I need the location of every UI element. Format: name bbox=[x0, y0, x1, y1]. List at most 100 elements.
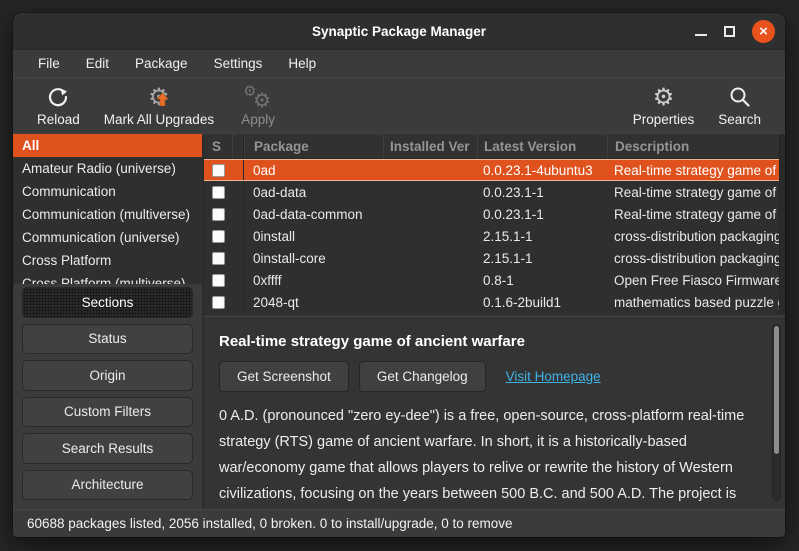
category-list[interactable]: All Amateur Radio (universe) Communicati… bbox=[13, 134, 202, 284]
row-checkbox-cell[interactable] bbox=[204, 186, 232, 199]
table-scrollbar[interactable] bbox=[779, 134, 785, 314]
window-controls: × bbox=[695, 13, 775, 49]
custom-filters-button[interactable]: Custom Filters bbox=[22, 397, 193, 428]
table-row[interactable]: 0ad-data 0.0.23.1-1 Real-time strategy g… bbox=[204, 181, 785, 203]
table-header-row: S Package Installed Ver Latest Version D… bbox=[204, 134, 785, 159]
menu-settings[interactable]: Settings bbox=[201, 50, 276, 77]
package-name: 0ad-data-common bbox=[244, 207, 383, 222]
table-row[interactable]: 2048-qt 0.1.6-2build1 mathematics based … bbox=[204, 291, 785, 313]
row-icon-cell bbox=[232, 181, 244, 203]
row-checkbox-cell[interactable] bbox=[204, 252, 232, 265]
package-checkbox[interactable] bbox=[212, 252, 225, 265]
search-label: Search bbox=[718, 112, 761, 127]
reload-icon bbox=[46, 84, 70, 110]
reload-label: Reload bbox=[37, 112, 80, 127]
row-icon-cell bbox=[232, 160, 244, 180]
mark-all-upgrades-button[interactable]: ⚙ Mark All Upgrades bbox=[92, 80, 226, 131]
toolbar: Reload ⚙ Mark All Upgrades ⚙ bbox=[13, 78, 785, 134]
menubar: File Edit Package Settings Help bbox=[13, 50, 785, 78]
window-title: Synaptic Package Manager bbox=[13, 13, 785, 49]
header-description[interactable]: Description bbox=[607, 134, 785, 158]
reload-button[interactable]: Reload bbox=[25, 80, 92, 131]
sidebar: All Amateur Radio (universe) Communicati… bbox=[13, 134, 204, 509]
search-button[interactable]: Search bbox=[706, 80, 773, 131]
details-scrollbar[interactable] bbox=[772, 324, 781, 501]
package-checkbox[interactable] bbox=[212, 164, 225, 177]
main-area: All Amateur Radio (universe) Communicati… bbox=[13, 134, 785, 509]
package-checkbox[interactable] bbox=[212, 208, 225, 221]
details-pane: Real-time strategy game of ancient warfa… bbox=[204, 319, 785, 509]
minimize-icon[interactable] bbox=[695, 34, 707, 36]
category-communication[interactable]: Communication bbox=[13, 180, 202, 203]
header-icon-column[interactable] bbox=[232, 134, 244, 158]
desktop-background: Synaptic Package Manager × File Edit Pac… bbox=[0, 0, 799, 551]
get-screenshot-button[interactable]: Get Screenshot bbox=[219, 361, 349, 392]
mark-all-upgrades-label: Mark All Upgrades bbox=[104, 112, 214, 127]
row-icon-cell bbox=[232, 269, 244, 291]
maximize-icon[interactable] bbox=[724, 26, 735, 37]
details-scrollbar-thumb[interactable] bbox=[774, 326, 779, 454]
row-checkbox-cell[interactable] bbox=[204, 274, 232, 287]
search-results-button[interactable]: Search Results bbox=[22, 433, 193, 464]
package-checkbox[interactable] bbox=[212, 186, 225, 199]
mark-all-upgrades-icon: ⚙ bbox=[148, 84, 170, 110]
sections-button[interactable]: Sections bbox=[22, 287, 193, 318]
row-checkbox-cell[interactable] bbox=[204, 230, 232, 243]
right-pane: S Package Installed Ver Latest Version D… bbox=[204, 134, 785, 509]
package-name: 0ad bbox=[244, 163, 383, 178]
package-checkbox[interactable] bbox=[212, 274, 225, 287]
package-checkbox[interactable] bbox=[212, 296, 225, 309]
package-description: Real-time strategy game of ancient warfa… bbox=[607, 207, 785, 222]
statusbar: 60688 packages listed, 2056 installed, 0… bbox=[13, 509, 785, 537]
table-row[interactable]: 0xffff 0.8-1 Open Free Fiasco Firmware F… bbox=[204, 269, 785, 291]
menu-file[interactable]: File bbox=[25, 50, 73, 77]
origin-button[interactable]: Origin bbox=[22, 360, 193, 391]
package-description: cross-distribution packaging system bbox=[607, 229, 785, 244]
package-name: 0install-core bbox=[244, 251, 383, 266]
architecture-button[interactable]: Architecture bbox=[22, 470, 193, 501]
properties-button[interactable]: ⚙ Properties bbox=[621, 80, 707, 131]
header-latest-version[interactable]: Latest Version bbox=[477, 134, 607, 158]
row-icon-cell bbox=[232, 225, 244, 247]
package-name: 0ad-data bbox=[244, 185, 383, 200]
visit-homepage-link[interactable]: Visit Homepage bbox=[506, 369, 601, 384]
menu-edit[interactable]: Edit bbox=[73, 50, 122, 77]
header-status[interactable]: S bbox=[204, 134, 232, 158]
category-all[interactable]: All bbox=[13, 134, 202, 157]
sidebar-filter-buttons: Sections Status Origin Custom Filters Se… bbox=[13, 284, 202, 509]
table-row[interactable]: 0ad-data-common 0.0.23.1-1 Real-time str… bbox=[204, 203, 785, 225]
category-cross-platform[interactable]: Cross Platform bbox=[13, 249, 202, 272]
row-checkbox-cell[interactable] bbox=[204, 296, 232, 309]
table-row[interactable]: 0install-core 2.15.1-1 cross-distributio… bbox=[204, 247, 785, 269]
header-installed-version[interactable]: Installed Ver bbox=[383, 134, 477, 158]
apply-label: Apply bbox=[241, 112, 275, 127]
status-button[interactable]: Status bbox=[22, 324, 193, 355]
row-checkbox-cell[interactable] bbox=[204, 164, 232, 177]
search-icon bbox=[728, 84, 752, 110]
row-icon-cell bbox=[232, 291, 244, 313]
synaptic-window: Synaptic Package Manager × File Edit Pac… bbox=[13, 13, 785, 537]
header-package[interactable]: Package bbox=[244, 134, 383, 158]
category-communication-universe[interactable]: Communication (universe) bbox=[13, 226, 202, 249]
row-checkbox-cell[interactable] bbox=[204, 208, 232, 221]
close-icon[interactable]: × bbox=[752, 20, 775, 43]
table-row[interactable]: 0ad 0.0.23.1-4ubuntu3 Real-time strategy… bbox=[204, 159, 785, 181]
category-cross-platform-multiverse[interactable]: Cross Platform (multiverse) bbox=[13, 272, 202, 284]
details-title: Real-time strategy game of ancient warfa… bbox=[219, 333, 759, 350]
menu-package[interactable]: Package bbox=[122, 50, 201, 77]
category-communication-multiverse[interactable]: Communication (multiverse) bbox=[13, 203, 202, 226]
package-name: 2048-qt bbox=[244, 295, 383, 310]
apply-button[interactable]: ⚙ ⚙ Apply bbox=[226, 80, 290, 131]
latest-version: 0.0.23.1-1 bbox=[477, 185, 607, 200]
package-description: Open Free Fiasco Firmware Flasher bbox=[607, 273, 785, 288]
menu-help[interactable]: Help bbox=[275, 50, 329, 77]
latest-version: 0.8-1 bbox=[477, 273, 607, 288]
category-amateur-radio-universe[interactable]: Amateur Radio (universe) bbox=[13, 157, 202, 180]
package-checkbox[interactable] bbox=[212, 230, 225, 243]
titlebar[interactable]: Synaptic Package Manager × bbox=[13, 13, 785, 50]
package-description: cross-distribution packaging system (non… bbox=[607, 251, 785, 266]
package-name: 0xffff bbox=[244, 273, 383, 288]
get-changelog-button[interactable]: Get Changelog bbox=[359, 361, 486, 392]
package-name: 0install bbox=[244, 229, 383, 244]
table-row[interactable]: 0install 2.15.1-1 cross-distribution pac… bbox=[204, 225, 785, 247]
